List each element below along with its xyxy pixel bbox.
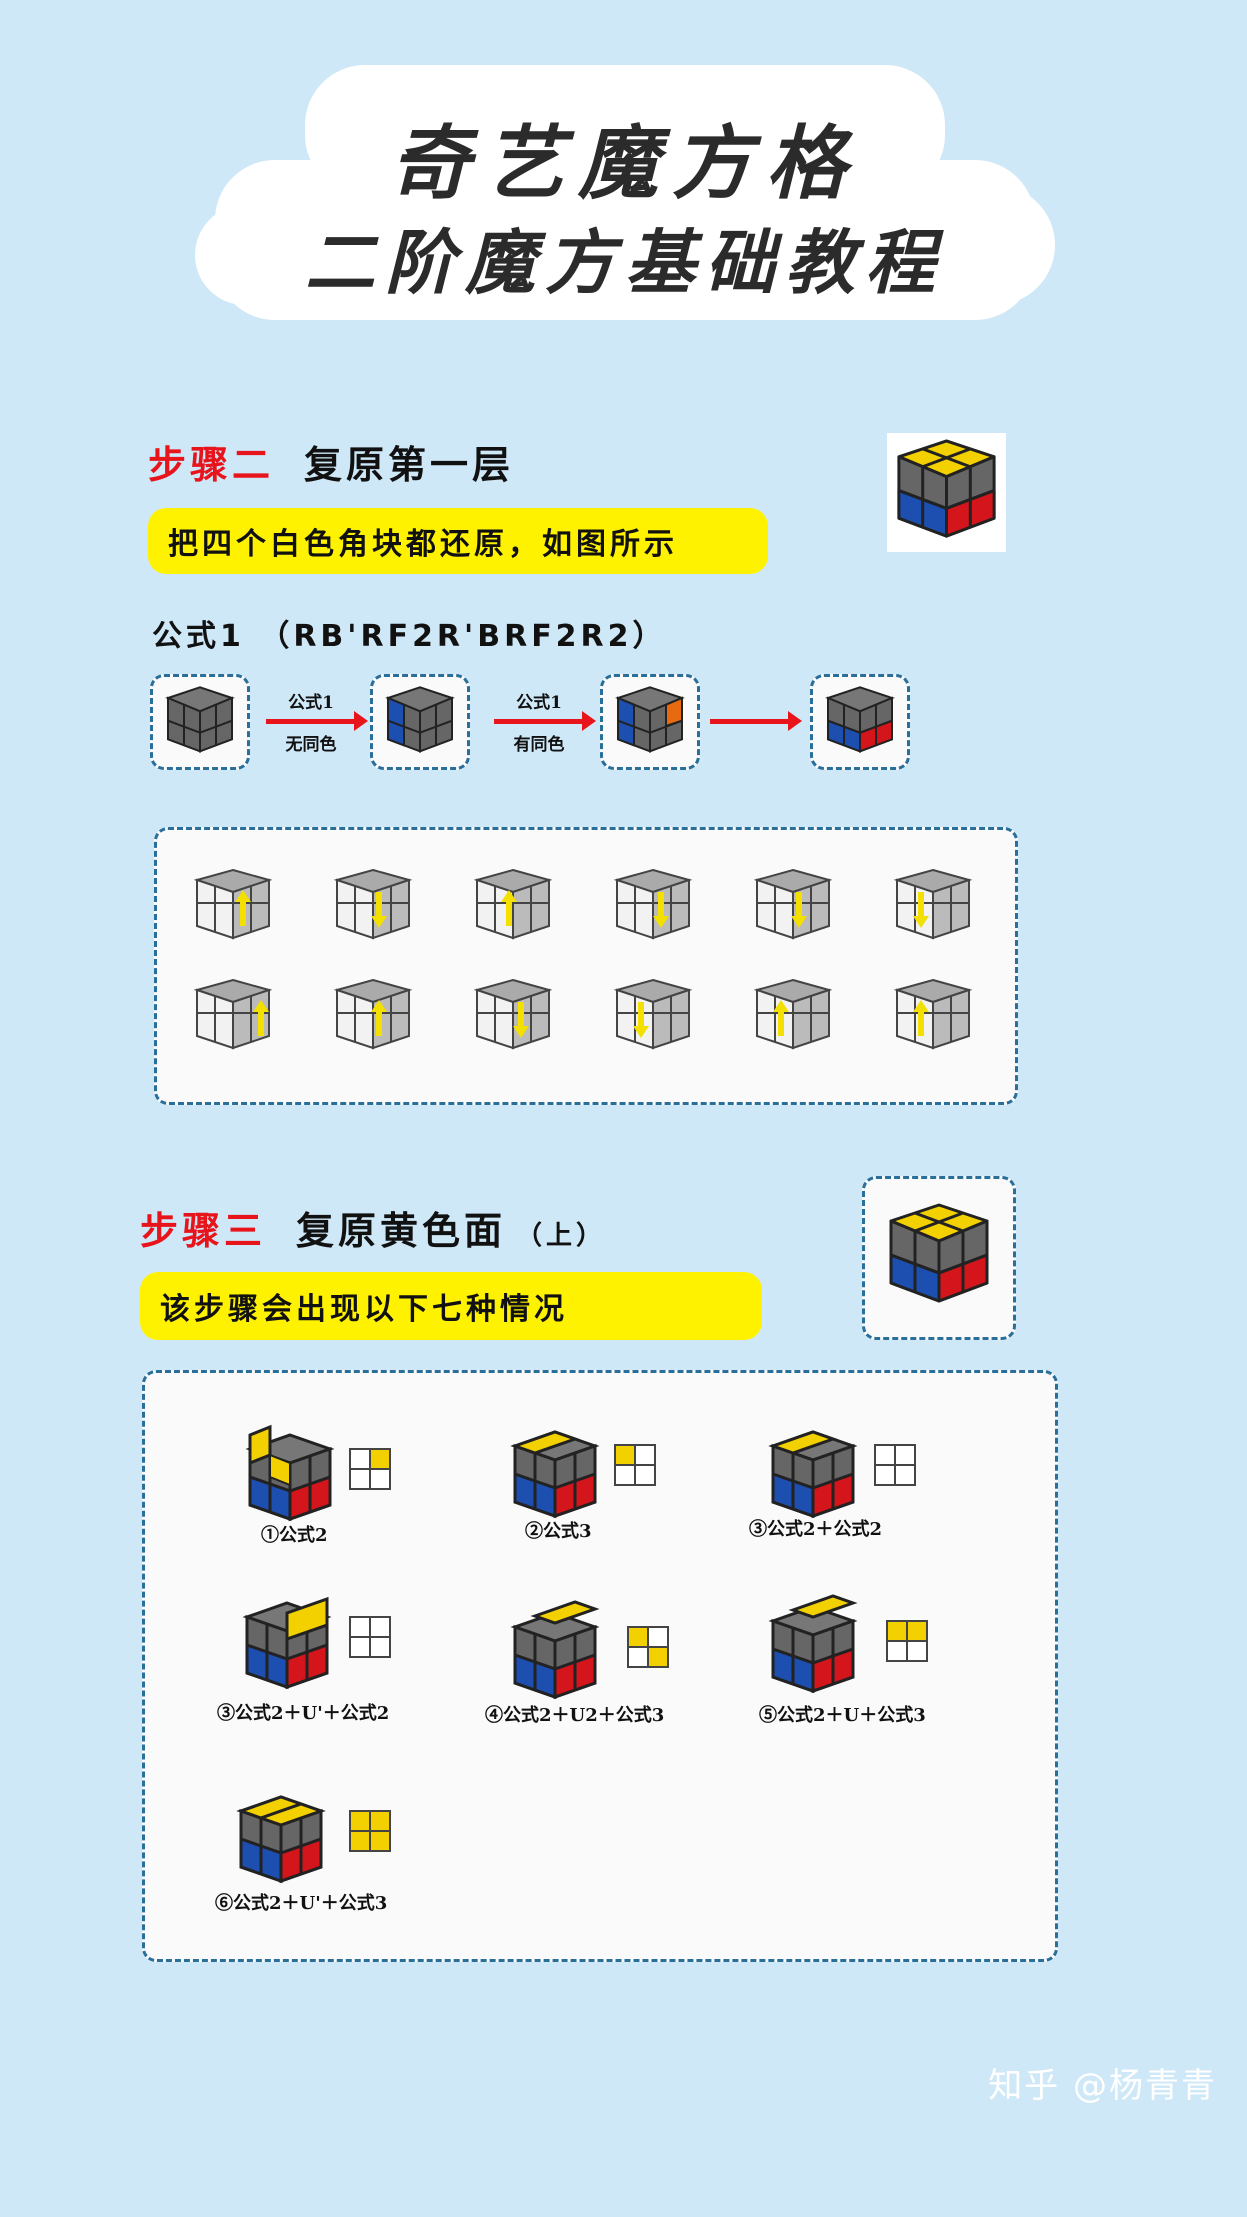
seq-arrow-1: 公式1 无同色 — [266, 688, 368, 755]
arrow-bottom-label: 有同色 — [513, 735, 565, 755]
step2-formula: 公式1 （RB'RF2R'BRF2R2） — [152, 619, 667, 654]
step2-heading: 步骤二 复原第一层 — [148, 434, 514, 489]
case-label-7: ⑥公式2＋U'＋公式3 — [215, 1893, 388, 1914]
arrow-right-icon — [266, 711, 368, 731]
cube-icon — [385, 686, 455, 753]
case-label-1: ①公式2 — [261, 1525, 328, 1546]
watermark: 知乎 @杨青青 — [988, 2066, 1217, 2106]
cube-icon — [897, 439, 996, 538]
cube-icon — [165, 686, 235, 753]
cube-icon — [615, 686, 685, 753]
arrow-top-label: 公式1 — [288, 693, 334, 713]
step2-title: 复原第一层 — [304, 442, 515, 487]
case-cubes — [236, 1424, 928, 1883]
seq-arrow-2: 公式1 有同色 — [494, 688, 596, 755]
arrow-bottom-label: 无同色 — [285, 735, 337, 755]
seq-arrow-3 — [710, 711, 802, 731]
case-label-4: ③公式2＋U'＋公式2 — [217, 1703, 390, 1724]
cube-icon — [889, 1203, 989, 1303]
arrow-right-icon — [710, 711, 802, 731]
title-main: 奇艺魔方格 — [390, 116, 860, 210]
case-label-6: ⑤公式2＋U＋公式3 — [759, 1705, 926, 1726]
step3-heading: 步骤三 复原黄色面 （上） — [140, 1200, 606, 1255]
cube-icon — [825, 686, 895, 753]
cases-panel: ①公式2 ②公式3 ③公式2＋公式2 ③公式2＋U'＋公式2 ④公式2＋U2＋公… — [142, 1370, 1058, 1962]
step2-cube-image — [887, 433, 1006, 552]
arrow-right-icon — [494, 711, 596, 731]
move-cubes-grid — [196, 869, 970, 1049]
step3-banner: 该步骤会出现以下七种情况 — [140, 1272, 762, 1340]
title-cloud: 奇艺魔方格 二阶魔方基础教程 — [195, 65, 1055, 330]
arrow-top-label: 公式1 — [516, 693, 562, 713]
case-label-3: ③公式2＋公式2 — [749, 1519, 883, 1540]
step3-subtitle: （上） — [516, 1221, 607, 1251]
step2-banner: 把四个白色角块都还原，如图所示 — [148, 508, 768, 574]
title-sub: 二阶魔方基础教程 — [305, 221, 945, 304]
case-label-5: ④公式2＋U2＋公式3 — [485, 1705, 665, 1726]
moves-panel — [154, 827, 1018, 1105]
step3-number: 步骤三 — [140, 1208, 267, 1253]
case-label-2: ②公式3 — [525, 1521, 592, 1542]
step3-title: 复原黄色面 — [296, 1208, 507, 1253]
step3-cube-image — [862, 1176, 1016, 1340]
step2-number: 步骤二 — [148, 442, 275, 487]
